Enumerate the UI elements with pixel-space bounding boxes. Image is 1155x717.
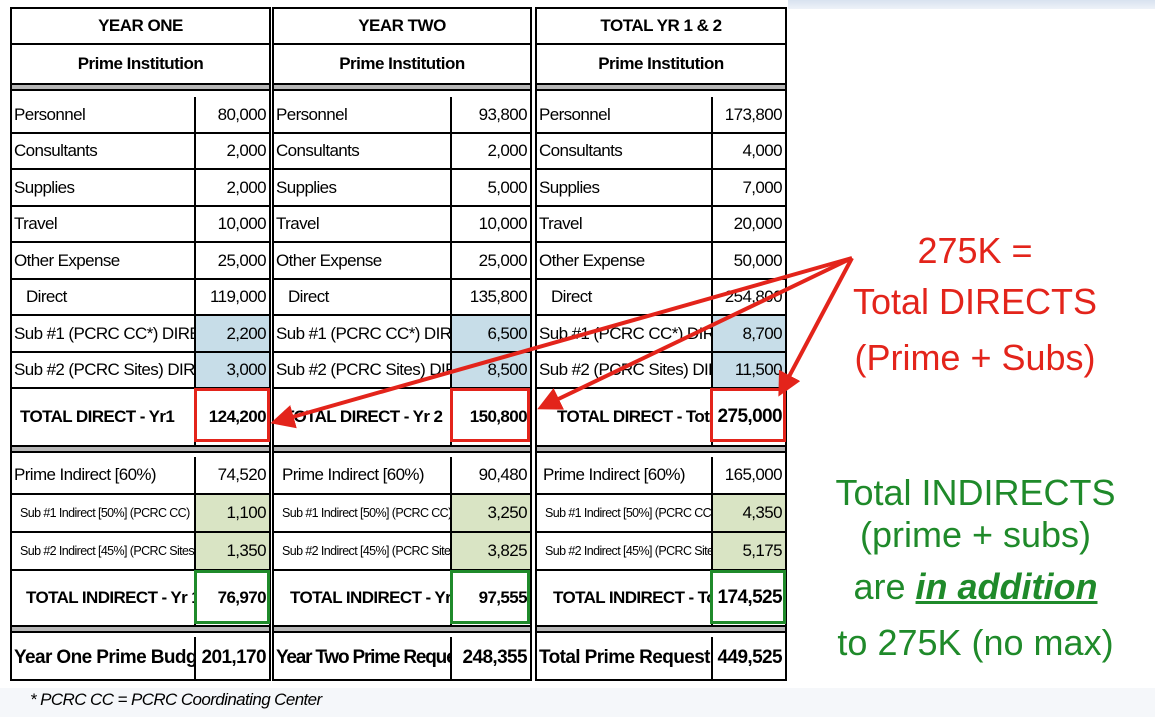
- indirects-line-3: are in addition: [798, 556, 1153, 618]
- indirects-line-2: (prime + subs): [859, 514, 1092, 555]
- indirects-line-1: Total INDIRECTS: [835, 472, 1116, 513]
- directs-line-2: Total DIRECTS: [852, 281, 1098, 322]
- indirects-in-addition: in addition: [915, 566, 1098, 607]
- directs-line-3: (Prime + Subs): [854, 337, 1096, 378]
- indirects-annotation: Total INDIRECTS (prime + subs) are in ad…: [798, 472, 1153, 668]
- indirects-line-4: to 275K (no max): [837, 622, 1114, 663]
- footnote: * PCRC CC = PCRC Coordinating Center: [30, 690, 322, 709]
- indirects-are: are: [853, 566, 916, 607]
- directs-line-1: 275K =: [917, 230, 1033, 271]
- directs-annotation: 275K = Total DIRECTS (Prime + Subs): [800, 228, 1150, 386]
